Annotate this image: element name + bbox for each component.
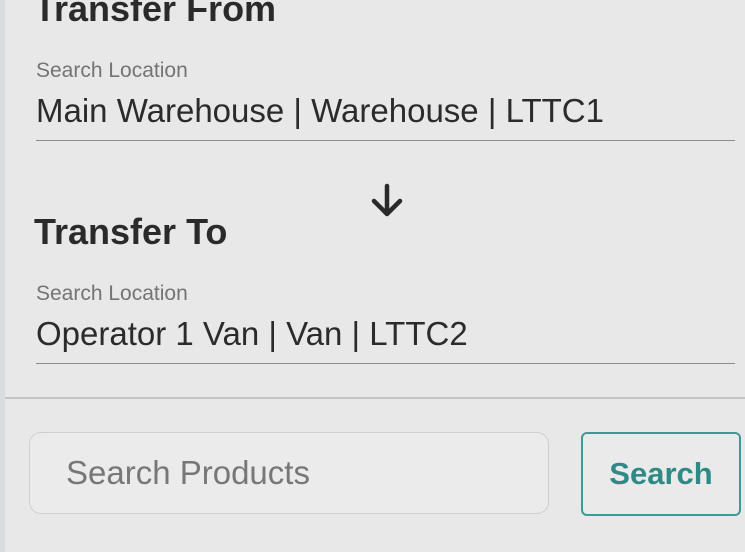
arrow-down-icon (371, 183, 403, 217)
transfer-to-title: Transfer To (34, 211, 228, 252)
transfer-from-location-value[interactable]: Main Warehouse | Warehouse | LTTC1 (36, 91, 604, 131)
transfer-from-location-field[interactable]: Search Location Main Warehouse | Warehou… (36, 58, 735, 141)
search-products-input[interactable] (29, 432, 549, 514)
transfer-to-location-label: Search Location (36, 282, 188, 305)
transfer-panel: Transfer From Search Location Main Wareh… (5, 0, 745, 552)
section-divider (5, 397, 745, 399)
transfer-from-location-label: Search Location (36, 59, 188, 82)
transfer-to-location-value[interactable]: Operator 1 Van | Van | LTTC2 (36, 314, 468, 354)
transfer-from-title: Transfer From (34, 0, 277, 29)
transfer-to-location-field[interactable]: Search Location Operator 1 Van | Van | L… (36, 281, 735, 364)
search-button[interactable]: Search (581, 432, 741, 516)
